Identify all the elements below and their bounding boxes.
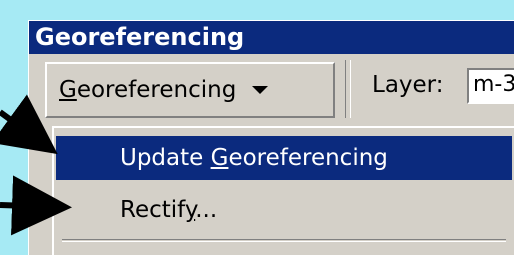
layer-value: m-3 bbox=[473, 72, 514, 97]
georeferencing-menu-label: Georeferencing bbox=[59, 77, 236, 103]
layer-dropdown[interactable]: m-3 bbox=[467, 68, 514, 104]
menu-item-rectify[interactable]: Rectify... bbox=[56, 188, 512, 232]
toolbar-title-bar[interactable]: Georeferencing bbox=[29, 21, 514, 54]
toolbar-title: Georeferencing bbox=[35, 23, 245, 51]
menu-mnemonic: G bbox=[210, 145, 229, 171]
layer-label: Layer: bbox=[372, 72, 444, 98]
menu-item-update-georeferencing-label: Update Georeferencing bbox=[120, 145, 388, 171]
georeferencing-dropdown-menu: Update Georeferencing Rectify... bbox=[52, 126, 514, 255]
triangle-down-icon bbox=[252, 86, 269, 94]
georeferencing-menu-mnemonic: G bbox=[59, 77, 77, 103]
menu-item-rectify-label: Rectify... bbox=[120, 197, 218, 223]
stage: Georeferencing Georeferencing Layer: m-3… bbox=[0, 0, 514, 255]
menu-separator bbox=[62, 239, 506, 242]
menu-mnemonic: y bbox=[184, 197, 196, 223]
menu-item-update-georeferencing[interactable]: Update Georeferencing bbox=[56, 136, 512, 180]
georeferencing-menu-rest: eoreferencing bbox=[76, 77, 237, 103]
georeferencing-menu-button[interactable]: Georeferencing bbox=[45, 62, 335, 118]
toolbar-separator bbox=[345, 60, 351, 118]
